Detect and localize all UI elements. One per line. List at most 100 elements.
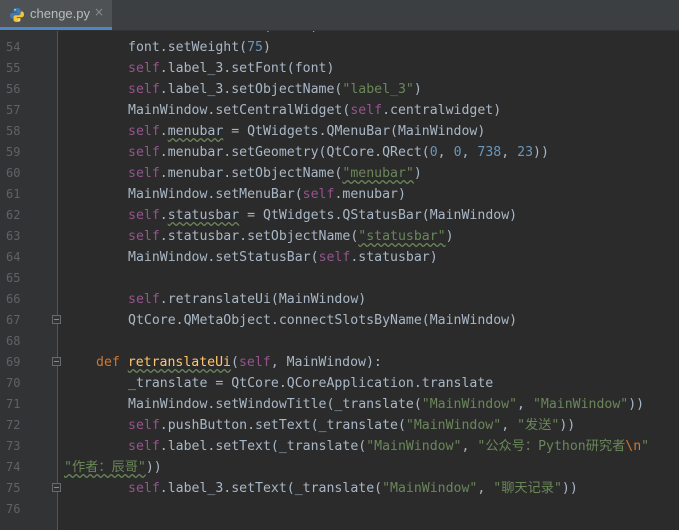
code-text: QtCore.QMetaObject.connectSlotsByName(Ma… — [128, 310, 517, 331]
code-token: = QtWidgets.QStatusBar(MainWindow) — [239, 208, 518, 223]
code-token: , — [437, 145, 454, 160]
code-token: ) — [413, 166, 422, 181]
code-line[interactable]: 71 MainWindow.setWindowTitle(_translate("… — [0, 394, 679, 415]
code-token: self — [128, 61, 160, 76]
code-token: "label_3" — [342, 82, 414, 97]
code-token: .statusbar) — [350, 250, 438, 265]
code-line[interactable]: 67 QtCore.QMetaObject.connectSlotsByName(… — [0, 310, 679, 331]
code-token: ) — [262, 40, 271, 55]
code-line[interactable]: 63 self.statusbar.setObjectName("statusba… — [0, 226, 679, 247]
code-token: .label_3.setObjectName( — [159, 82, 343, 97]
tab-chenge-py[interactable]: chenge.py × — [0, 0, 112, 30]
code-editor[interactable]: font.setUnderline(False) 54 font.setWeight… — [0, 31, 679, 530]
line-number: 69 — [6, 355, 21, 369]
code-token: self — [128, 82, 160, 97]
code-token: self — [128, 208, 160, 223]
code-line[interactable]: 72 self.pushButton.setText(_translate("Ma… — [0, 415, 679, 436]
code-token: .label.setText(_translate( — [159, 439, 367, 454]
code-line[interactable]: 73 self.label.setText(_translate("MainWin… — [0, 436, 679, 457]
code-token: self — [238, 355, 271, 370]
code-line[interactable]: 57 MainWindow.setCentralWidget(self.centr… — [0, 100, 679, 121]
code-line[interactable]: 65 — [0, 268, 679, 289]
code-line[interactable]: 70 _translate = QtCore.QCoreApplication.t… — [0, 373, 679, 394]
line-number: 61 — [6, 187, 21, 201]
code-line[interactable]: 74 "作者：辰哥")) — [0, 457, 679, 478]
code-token: self — [302, 187, 335, 202]
code-token: .menubar) — [334, 187, 406, 202]
code-text: MainWindow.setCentralWidget(self.central… — [128, 100, 501, 121]
code-line[interactable]: 55 self.label_3.setFont(font) — [0, 58, 679, 79]
code-line[interactable]: 64 MainWindow.setStatusBar(self.statusbar… — [0, 247, 679, 268]
code-token: , — [461, 145, 478, 160]
line-number: 63 — [6, 229, 21, 243]
code-token: MainWindow.setMenuBar( — [128, 187, 303, 202]
code-token: 0 — [453, 145, 462, 160]
code-token: , — [461, 439, 478, 454]
line-number: 64 — [6, 250, 21, 264]
code-token: , — [477, 481, 494, 496]
code-line[interactable]: 75 self.label_3.setText(_translate("MainW… — [0, 478, 679, 499]
fold-marker-icon[interactable] — [52, 315, 61, 324]
fold-marker-icon[interactable] — [52, 483, 61, 492]
line-number: 74 — [6, 460, 21, 474]
code-line[interactable]: 69 def retranslateUi(self, MainWindow): — [0, 352, 679, 373]
code-text: MainWindow.setStatusBar(self.statusbar) — [128, 247, 438, 268]
line-number: 59 — [6, 145, 21, 159]
code-token: "聊天记录" — [493, 481, 562, 496]
code-line[interactable]: 59 self.menubar.setGeometry(QtCore.QRect(… — [0, 142, 679, 163]
code-token: "作者：辰哥" — [64, 460, 146, 475]
code-line[interactable]: 61 MainWindow.setMenuBar(self.menubar) — [0, 184, 679, 205]
code-text: self.label.setText(_translate("MainWindo… — [128, 436, 649, 457]
code-token: "发送" — [517, 418, 560, 433]
code-line[interactable]: 58 self.menubar = QtWidgets.QMenuBar(Main… — [0, 121, 679, 142]
editor-tab-bar: chenge.py × — [0, 0, 679, 31]
line-number: 73 — [6, 439, 21, 453]
code-token: retranslateUi — [127, 355, 231, 370]
line-number: 55 — [6, 61, 21, 75]
line-number: 56 — [6, 82, 21, 96]
code-token: .pushButton.setText(_translate( — [159, 418, 406, 433]
code-token: QtCore.QMetaObject.connectSlotsByName(Ma… — [128, 313, 518, 328]
line-number: 57 — [6, 103, 21, 117]
code-line[interactable]: 54 font.setWeight(75) — [0, 37, 679, 58]
code-token: . — [159, 124, 168, 139]
code-text: self.menubar = QtWidgets.QMenuBar(MainWi… — [128, 121, 485, 142]
code-token: )) — [559, 418, 576, 433]
fold-marker-icon[interactable] — [52, 357, 61, 366]
code-token: self — [128, 418, 160, 433]
code-token: menubar — [167, 124, 224, 139]
code-line[interactable]: 60 self.menubar.setObjectName("menubar") — [0, 163, 679, 184]
close-icon[interactable]: × — [94, 5, 104, 19]
code-text: self.label_3.setObjectName("label_3") — [128, 79, 422, 100]
code-token: "menubar" — [342, 166, 414, 181]
line-number: 70 — [6, 376, 21, 390]
code-token: . — [159, 208, 168, 223]
code-token: self — [128, 439, 160, 454]
code-token: \n — [625, 439, 642, 454]
code-token: statusbar — [167, 208, 240, 223]
code-line[interactable]: 66 self.retranslateUi(MainWindow) — [0, 289, 679, 310]
code-token: , MainWindow): — [270, 355, 382, 370]
line-number: 72 — [6, 418, 21, 432]
code-token: font.setWeight( — [128, 40, 248, 55]
code-line[interactable]: 62 self.statusbar = QtWidgets.QStatusBar(… — [0, 205, 679, 226]
code-text: self.label_3.setFont(font) — [128, 58, 334, 79]
code-text: MainWindow.setWindowTitle(_translate("Ma… — [128, 394, 644, 415]
code-token: ) — [413, 82, 422, 97]
code-line[interactable]: 68 — [0, 331, 679, 352]
code-token: self — [128, 166, 160, 181]
code-token: "MainWindow" — [532, 397, 629, 412]
code-token: self — [128, 229, 160, 244]
code-token: "statusbar" — [358, 229, 446, 244]
code-line[interactable]: 56 self.label_3.setObjectName("label_3") — [0, 79, 679, 100]
code-token: self — [128, 124, 160, 139]
code-line[interactable]: 76 — [0, 499, 679, 520]
code-token: "公众号：Python研究者 — [477, 439, 626, 454]
code-token: "MainWindow" — [405, 418, 502, 433]
code-text: self.menubar.setObjectName("menubar") — [128, 163, 422, 184]
code-token: = QtWidgets.QMenuBar(MainWindow) — [223, 124, 486, 139]
code-token: self — [128, 292, 160, 307]
code-token: self — [128, 145, 160, 160]
code-token: ) — [445, 229, 454, 244]
code-text: _translate = QtCore.QCoreApplication.tra… — [128, 373, 493, 394]
